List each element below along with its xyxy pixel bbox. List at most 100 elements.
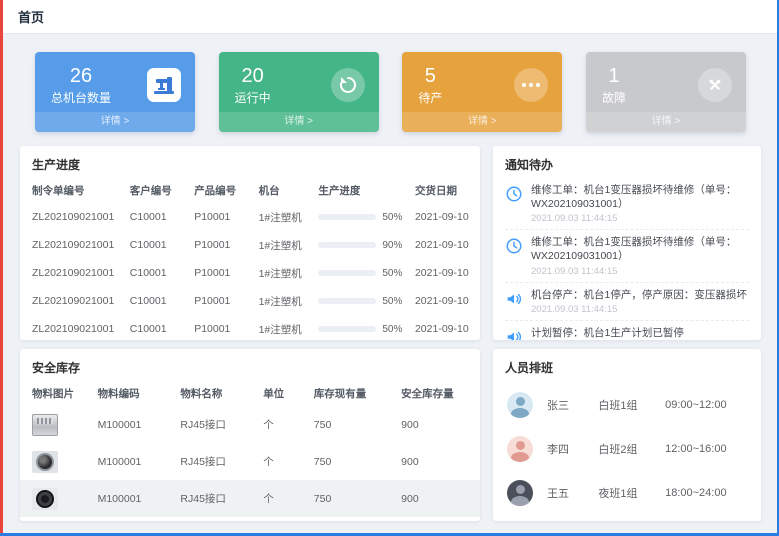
current-stock-cell: 750 bbox=[310, 480, 397, 517]
progress-label: 50% bbox=[382, 324, 402, 335]
staff-name: 李四 bbox=[547, 441, 598, 457]
notice-panel: 通知待办 维修工单：机台1变压器损坏待维修（单号：WX202109031001）… bbox=[493, 146, 761, 340]
notice-body: 维修工单：机台1变压器损坏待维修（单号：WX202109031001） 2021… bbox=[531, 236, 749, 276]
table-row: ZL202109021001 C10001 P10001 1#注塑机 90% 2… bbox=[20, 231, 480, 259]
fault-label: 故障 bbox=[602, 89, 626, 106]
notice-text: 维修工单：机台1变压器损坏待维修（单号：WX202109031001） bbox=[531, 184, 749, 211]
stat-card-fault[interactable]: 1 故障 详情 > bbox=[586, 52, 746, 132]
notice-body: 计划暂停：机台1生产计划已暂停 2021.09.03 11:44:15 bbox=[531, 327, 684, 340]
waiting-detail-link[interactable]: 详情 > bbox=[402, 112, 562, 132]
waiting-value: 5 bbox=[418, 65, 442, 87]
progress-cell: 50% bbox=[314, 203, 411, 231]
customer-no-cell: C10001 bbox=[126, 315, 190, 340]
running-refresh-icon bbox=[331, 68, 365, 102]
total-machines-detail-link[interactable]: 详情 > bbox=[35, 112, 195, 132]
material-name-cell: RJ45接口 bbox=[176, 480, 259, 517]
col-material-code: 物料编码 bbox=[94, 381, 177, 406]
material-name-cell: RJ45接口 bbox=[176, 443, 259, 480]
notice-item-repair-2[interactable]: 维修工单：机台1变压器损坏待维修（单号：WX202109031001） 2021… bbox=[505, 230, 749, 282]
progress-label: 50% bbox=[382, 296, 402, 307]
material-code-cell: M100001 bbox=[94, 443, 177, 480]
staff-time: 18:00~24:00 bbox=[665, 487, 747, 499]
staff-time: 12:00~16:00 bbox=[665, 443, 747, 455]
delivery-date-cell: 2021-09-10 bbox=[411, 231, 480, 259]
notice-item-repair-1[interactable]: 维修工单：机台1变压器损坏待维修（单号：WX202109031001） 2021… bbox=[505, 178, 749, 230]
material-code-cell: M100001 bbox=[94, 480, 177, 517]
unit-cell: 个 bbox=[259, 443, 310, 480]
product-no-cell: P10001 bbox=[190, 315, 254, 340]
table-row: ZL202109021001 C10001 P10001 1#注塑机 50% 2… bbox=[20, 203, 480, 231]
tools-icon bbox=[698, 68, 732, 102]
fault-detail-link[interactable]: 详情 > bbox=[586, 112, 746, 132]
staff-time: 09:00~12:00 bbox=[665, 399, 747, 411]
stat-card-body: 1 故障 bbox=[586, 52, 746, 112]
staff-shift: 白班2组 bbox=[598, 441, 665, 457]
delivery-date-cell: 2021-09-10 bbox=[411, 203, 480, 231]
table-row: ZL202109021001 C10001 P10001 1#注塑机 50% 2… bbox=[20, 315, 480, 340]
customer-no-cell: C10001 bbox=[126, 287, 190, 315]
stat-card-body: 20 运行中 bbox=[219, 52, 379, 112]
machine-icon bbox=[147, 68, 181, 102]
notice-list: 维修工单：机台1变压器损坏待维修（单号：WX202109031001） 2021… bbox=[493, 178, 761, 340]
announcement-speaker-icon bbox=[505, 290, 523, 308]
staff-panel-title: 人员排班 bbox=[493, 349, 761, 381]
avatar bbox=[507, 436, 533, 462]
staff-list: 张三 白班1组 09:00~12:00 李四 白班2组 12:00~16:00 … bbox=[493, 381, 761, 515]
progress-bar bbox=[318, 242, 376, 248]
order-no-cell: ZL202109021001 bbox=[20, 259, 126, 287]
notice-item-machine-stop[interactable]: 机台停产：机台1停产，停产原因：变压器损坏 2021.09.03 11:44:1… bbox=[505, 283, 749, 322]
notice-timestamp: 2021.09.03 11:44:15 bbox=[531, 266, 749, 277]
progress-bar bbox=[318, 214, 376, 220]
customer-no-cell: C10001 bbox=[126, 231, 190, 259]
stock-table: 物料图片 物料编码 物料名称 单位 库存现有量 安全库存量 M100001 R bbox=[20, 381, 480, 517]
safety-stock-panel: 安全库存 物料图片 物料编码 物料名称 单位 库存现有量 安全库存量 bbox=[20, 349, 480, 521]
progress-cell: 50% bbox=[314, 315, 411, 340]
running-detail-link[interactable]: 详情 > bbox=[219, 112, 379, 132]
col-progress: 生产进度 bbox=[314, 178, 411, 203]
announcement-speaker-icon bbox=[505, 328, 523, 340]
current-stock-cell: 750 bbox=[310, 406, 397, 443]
progress-cell: 50% bbox=[314, 287, 411, 315]
stat-card-body: 5 待产 bbox=[402, 52, 562, 112]
fault-value: 1 bbox=[602, 65, 626, 87]
stat-card-total-machines[interactable]: 26 总机台数量 详情 > bbox=[35, 52, 195, 132]
staff-name: 王五 bbox=[547, 485, 598, 501]
col-order-no: 制令单编号 bbox=[20, 178, 126, 203]
staff-name: 张三 bbox=[547, 397, 598, 413]
production-progress-panel: 生产进度 制令单编号 客户编号 产品编号 机台 生产进度 交货日期 bbox=[20, 146, 480, 340]
machine-cell: 1#注塑机 bbox=[255, 315, 315, 340]
round-connector-photo bbox=[32, 451, 58, 473]
main-grid: 生产进度 制令单编号 客户编号 产品编号 机台 生产进度 交货日期 bbox=[20, 146, 761, 521]
customer-no-cell: C10001 bbox=[126, 259, 190, 287]
stat-card-waiting[interactable]: 5 待产 详情 > bbox=[402, 52, 562, 132]
staff-shift: 白班1组 bbox=[598, 397, 665, 413]
product-no-cell: P10001 bbox=[190, 259, 254, 287]
notice-panel-title: 通知待办 bbox=[493, 146, 761, 178]
total-machines-label: 总机台数量 bbox=[51, 89, 111, 106]
notice-item-plan-paused[interactable]: 计划暂停：机台1生产计划已暂停 2021.09.03 11:44:15 bbox=[505, 321, 749, 340]
machine-cell: 1#注塑机 bbox=[255, 287, 315, 315]
stat-card-body: 26 总机台数量 bbox=[35, 52, 195, 112]
col-safety-stock: 安全库存量 bbox=[397, 381, 480, 406]
production-header-row: 制令单编号 客户编号 产品编号 机台 生产进度 交货日期 bbox=[20, 178, 480, 203]
speaker-photo bbox=[32, 488, 58, 510]
product-no-cell: P10001 bbox=[190, 203, 254, 231]
list-item: 王五 夜班1组 18:00~24:00 bbox=[507, 471, 747, 515]
notice-text: 计划暂停：机台1生产计划已暂停 bbox=[531, 327, 684, 340]
stat-card-running[interactable]: 20 运行中 详情 > bbox=[219, 52, 379, 132]
stock-header-row: 物料图片 物料编码 物料名称 单位 库存现有量 安全库存量 bbox=[20, 381, 480, 406]
product-no-cell: P10001 bbox=[190, 231, 254, 259]
right-column: 通知待办 维修工单：机台1变压器损坏待维修（单号：WX202109031001）… bbox=[493, 146, 761, 521]
notice-body: 维修工单：机台1变压器损坏待维修（单号：WX202109031001） 2021… bbox=[531, 184, 749, 224]
safety-stock-cell: 900 bbox=[397, 443, 480, 480]
col-current-stock: 库存现有量 bbox=[310, 381, 397, 406]
current-stock-cell: 750 bbox=[310, 443, 397, 480]
unit-cell: 个 bbox=[259, 480, 310, 517]
work-order-clock-icon bbox=[505, 185, 523, 203]
page-title: 首页 bbox=[18, 7, 44, 26]
notice-text: 机台停产：机台1停产，停产原因：变压器损坏 bbox=[531, 289, 747, 303]
table-row: ZL202109021001 C10001 P10001 1#注塑机 50% 2… bbox=[20, 287, 480, 315]
material-image-cell bbox=[20, 406, 94, 443]
table-row: M100001 RJ45接口 个 750 900 bbox=[20, 443, 480, 480]
delivery-date-cell: 2021-09-10 bbox=[411, 259, 480, 287]
